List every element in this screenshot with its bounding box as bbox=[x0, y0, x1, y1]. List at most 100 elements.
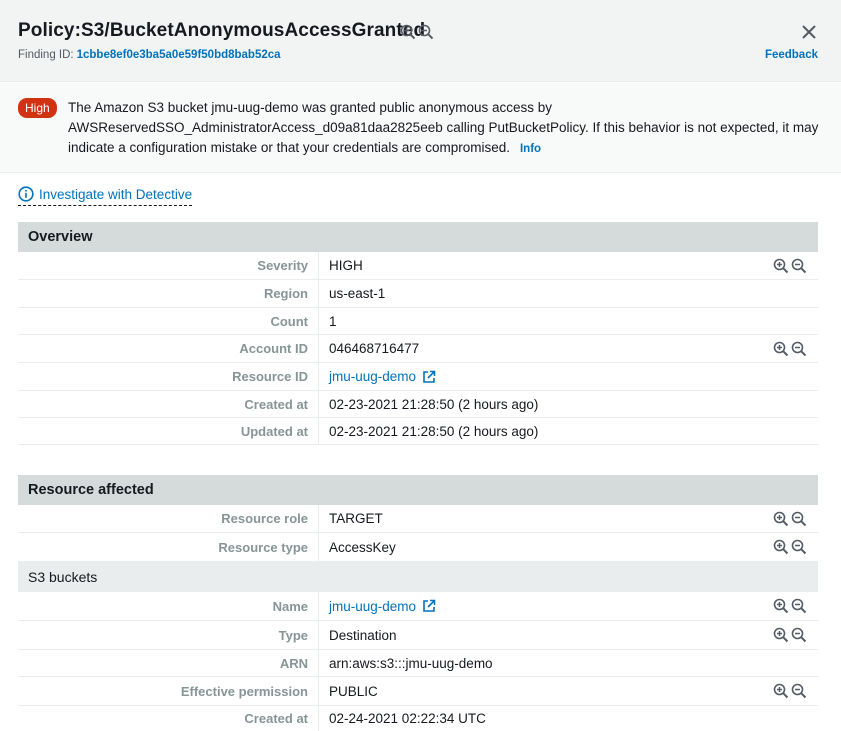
row-filter-controls bbox=[773, 677, 807, 705]
resource-affected-section-heading: Resource affected bbox=[18, 475, 818, 505]
zoom-out-icon[interactable] bbox=[418, 24, 434, 40]
row-divider bbox=[318, 280, 319, 307]
row-label: Severity bbox=[257, 258, 308, 273]
resource-id-text: jmu-uug-demo bbox=[329, 369, 417, 384]
row-divider bbox=[318, 505, 319, 532]
row-value: HIGH bbox=[329, 258, 363, 273]
row-filter-controls bbox=[773, 621, 807, 649]
table-row-count: Count 1 bbox=[18, 308, 818, 335]
s3-buckets-subsection-heading: S3 buckets bbox=[18, 562, 818, 592]
info-link[interactable]: Info bbox=[520, 143, 541, 155]
zoom-out-icon[interactable] bbox=[791, 627, 807, 643]
zoom-in-icon[interactable] bbox=[773, 598, 789, 614]
zoom-in-icon[interactable] bbox=[773, 539, 789, 555]
row-label: Created at bbox=[244, 711, 308, 726]
table-row-account-id: Account ID 046468716477 bbox=[18, 335, 818, 363]
row-label: Name bbox=[272, 598, 308, 614]
zoom-in-icon[interactable] bbox=[773, 258, 789, 274]
table-row-bucket-arn: ARN arn:aws:s3:::jmu-uug-demo bbox=[18, 650, 818, 677]
zoom-in-icon[interactable] bbox=[773, 511, 789, 527]
zoom-out-icon[interactable] bbox=[791, 539, 807, 555]
row-value: 02-23-2021 21:28:50 (2 hours ago) bbox=[329, 396, 539, 412]
row-divider bbox=[318, 706, 319, 731]
bucket-name-text: jmu-uug-demo bbox=[329, 598, 417, 614]
table-row-bucket-name: Name jmu-uug-demo bbox=[18, 592, 818, 621]
page-title: Policy:S3/BucketAnonymousAccessGranted bbox=[18, 20, 426, 41]
row-value: Destination bbox=[329, 627, 397, 643]
row-divider bbox=[318, 363, 319, 390]
external-link-icon bbox=[422, 599, 436, 613]
row-divider bbox=[318, 308, 319, 334]
row-divider bbox=[318, 391, 319, 417]
table-row-resource-role: Resource role TARGET bbox=[18, 505, 818, 533]
finding-description: The Amazon S3 bucket jmu-uug-demo was gr… bbox=[68, 98, 828, 159]
row-label: Created at bbox=[244, 396, 308, 412]
zoom-out-icon[interactable] bbox=[791, 683, 807, 699]
row-value: 02-24-2021 02:22:34 UTC bbox=[329, 711, 486, 726]
row-divider bbox=[318, 418, 319, 444]
table-row-severity: Severity HIGH bbox=[18, 252, 818, 280]
finding-header: Policy:S3/BucketAnonymousAccessGranted F… bbox=[0, 0, 841, 82]
row-value: 02-23-2021 21:28:50 (2 hours ago) bbox=[329, 423, 539, 439]
row-value: TARGET bbox=[329, 511, 383, 526]
row-label: Type bbox=[278, 627, 308, 643]
row-label: Resource type bbox=[218, 539, 308, 555]
row-filter-controls bbox=[773, 335, 807, 362]
row-value: 046468716477 bbox=[329, 341, 420, 356]
row-divider bbox=[318, 533, 319, 561]
title-filter-controls bbox=[400, 24, 434, 40]
row-divider bbox=[318, 621, 319, 649]
row-value: 1 bbox=[329, 313, 337, 329]
row-divider bbox=[318, 677, 319, 705]
zoom-in-icon[interactable] bbox=[773, 683, 789, 699]
resource-id-link[interactable]: jmu-uug-demo bbox=[329, 363, 436, 390]
row-label: Resource ID bbox=[232, 369, 308, 384]
row-filter-controls bbox=[773, 592, 807, 620]
finding-id: Finding ID: 1cbbe8ef0e3ba5a0e59f50bd8bab5… bbox=[18, 49, 281, 61]
row-label: Updated at bbox=[240, 423, 308, 439]
zoom-out-icon[interactable] bbox=[791, 511, 807, 527]
row-divider bbox=[318, 592, 319, 620]
table-row-effective-permission: Effective permission PUBLIC bbox=[18, 677, 818, 706]
row-divider bbox=[318, 650, 319, 676]
zoom-in-icon[interactable] bbox=[773, 341, 789, 357]
row-label: Account ID bbox=[239, 341, 308, 356]
row-label: Count bbox=[270, 313, 308, 329]
severity-badge: High bbox=[18, 98, 57, 118]
feedback-link[interactable]: Feedback bbox=[765, 49, 818, 61]
zoom-in-icon[interactable] bbox=[400, 24, 416, 40]
row-filter-controls bbox=[773, 505, 807, 532]
row-value: PUBLIC bbox=[329, 683, 378, 699]
row-value: arn:aws:s3:::jmu-uug-demo bbox=[329, 655, 493, 671]
table-row-bucket-type: Type Destination bbox=[18, 621, 818, 650]
row-value: AccessKey bbox=[329, 539, 396, 555]
finding-id-label: Finding ID: bbox=[18, 49, 74, 61]
row-label: Resource role bbox=[221, 511, 308, 526]
investigate-with-detective-link[interactable]: Investigate with Detective bbox=[18, 186, 193, 206]
row-divider bbox=[318, 252, 319, 279]
row-filter-controls bbox=[773, 252, 807, 279]
finding-summary-banner: High The Amazon S3 bucket jmu-uug-demo w… bbox=[0, 83, 841, 173]
investigate-label: Investigate with Detective bbox=[39, 186, 193, 202]
row-label: ARN bbox=[279, 655, 308, 671]
finding-message: The Amazon S3 bucket jmu-uug-demo was gr… bbox=[68, 100, 819, 155]
row-value: us-east-1 bbox=[329, 286, 386, 301]
info-circle-icon bbox=[18, 186, 34, 202]
finding-id-value[interactable]: 1cbbe8ef0e3ba5a0e59f50bd8bab52ca bbox=[77, 49, 281, 61]
row-label: Region bbox=[263, 286, 308, 301]
zoom-in-icon[interactable] bbox=[773, 627, 789, 643]
bucket-name-link[interactable]: jmu-uug-demo bbox=[329, 592, 436, 620]
row-divider bbox=[318, 335, 319, 362]
overview-section-heading: Overview bbox=[18, 222, 818, 252]
close-icon[interactable] bbox=[799, 22, 819, 42]
zoom-out-icon[interactable] bbox=[791, 341, 807, 357]
table-row-updated-at: Updated at 02-23-2021 21:28:50 (2 hours … bbox=[18, 418, 818, 445]
table-row-resource-id: Resource ID jmu-uug-demo bbox=[18, 363, 818, 391]
row-filter-controls bbox=[773, 533, 807, 561]
zoom-out-icon[interactable] bbox=[791, 258, 807, 274]
zoom-out-icon[interactable] bbox=[791, 598, 807, 614]
table-row-resource-type: Resource type AccessKey bbox=[18, 533, 818, 562]
row-label: Effective permission bbox=[180, 683, 308, 699]
external-link-icon bbox=[422, 370, 436, 384]
table-row-created-at: Created at 02-23-2021 21:28:50 (2 hours … bbox=[18, 391, 818, 418]
